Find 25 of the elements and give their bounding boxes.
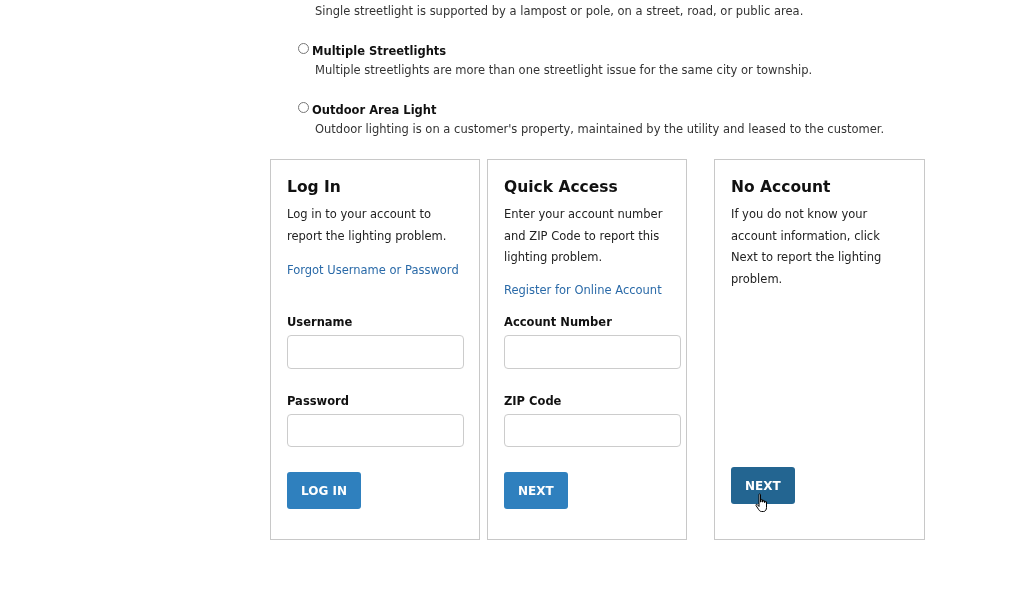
option-description: Outdoor lighting is on a customer's property, maintained by the utility and leased to the customer.	[315, 121, 886, 138]
field-label: Username	[287, 315, 354, 329]
input-field[interactable]	[287, 335, 464, 369]
submit-button[interactable]: LOG IN	[287, 472, 361, 509]
input-field[interactable]	[287, 413, 464, 447]
card-link[interactable]: Forgot Username or Password	[287, 263, 459, 277]
card-link[interactable]: Register for Online Account	[504, 282, 662, 297]
option-title: Outdoor Area Light	[312, 103, 437, 117]
card-title: Quick Access	[504, 178, 619, 196]
option-description: Single streetlight is supported by a lampost or pole, on a street, road, or public area.	[315, 3, 805, 20]
option-description: Multiple streetlights are more than one streetlight issue for the same city or township.	[315, 62, 814, 79]
field-label: ZIP Code	[504, 393, 563, 408]
hand-cursor-icon	[755, 493, 769, 513]
submit-button[interactable]: NEXT	[504, 472, 568, 509]
field-label: Account Number	[504, 315, 613, 329]
card-description: Enter your account number and ZIP Code to report this lighting problem.	[504, 206, 664, 266]
field-label: Password	[287, 393, 350, 408]
submit-button[interactable]: NEXT	[731, 467, 795, 504]
card-title: No Account	[731, 178, 832, 196]
card-description: If you do not know your account information, click Next to report the lighting problem.	[731, 206, 883, 288]
option-title: Multiple Streetlights	[312, 44, 447, 58]
input-field[interactable]	[504, 335, 681, 369]
card-description: Log in to your account to report the lighting problem.	[287, 206, 448, 245]
input-field[interactable]	[504, 413, 681, 447]
card-title: Log In	[287, 178, 342, 196]
